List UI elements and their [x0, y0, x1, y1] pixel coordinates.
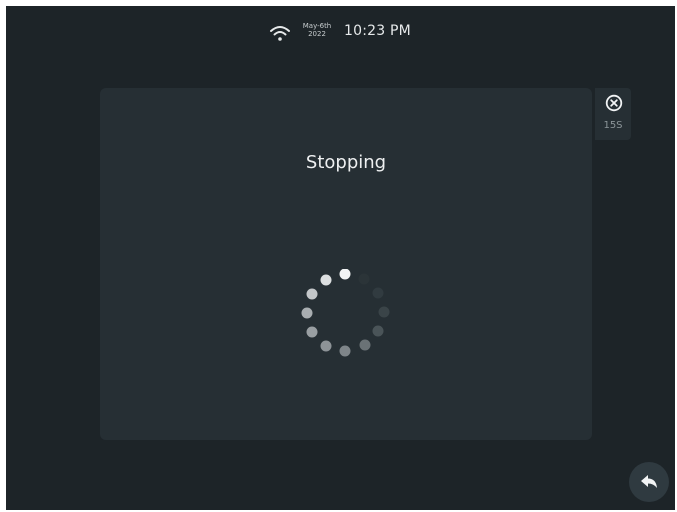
- stopping-dialog: Stopping: [100, 88, 592, 440]
- reply-arrow-icon: [641, 475, 657, 488]
- wifi-icon: [269, 24, 291, 44]
- close-circle-icon[interactable]: [605, 94, 623, 112]
- dialog-title: Stopping: [305, 152, 387, 173]
- date-display: May-6th 2022: [302, 22, 332, 38]
- close-countdown-tab[interactable]: 15S: [595, 88, 631, 140]
- date-year: 2022: [308, 30, 326, 38]
- status-bar: May-6th 2022 10:23 PM: [6, 20, 675, 56]
- loading-spinner-icon: [300, 268, 390, 359]
- countdown-label: 15S: [603, 120, 623, 131]
- date-month-day: May-6th: [302, 22, 332, 30]
- device-screen: May-6th 2022 10:23 PM Stopping 15S: [6, 6, 675, 510]
- clock-time: 10:23 PM: [344, 23, 411, 39]
- back-button[interactable]: [629, 462, 669, 502]
